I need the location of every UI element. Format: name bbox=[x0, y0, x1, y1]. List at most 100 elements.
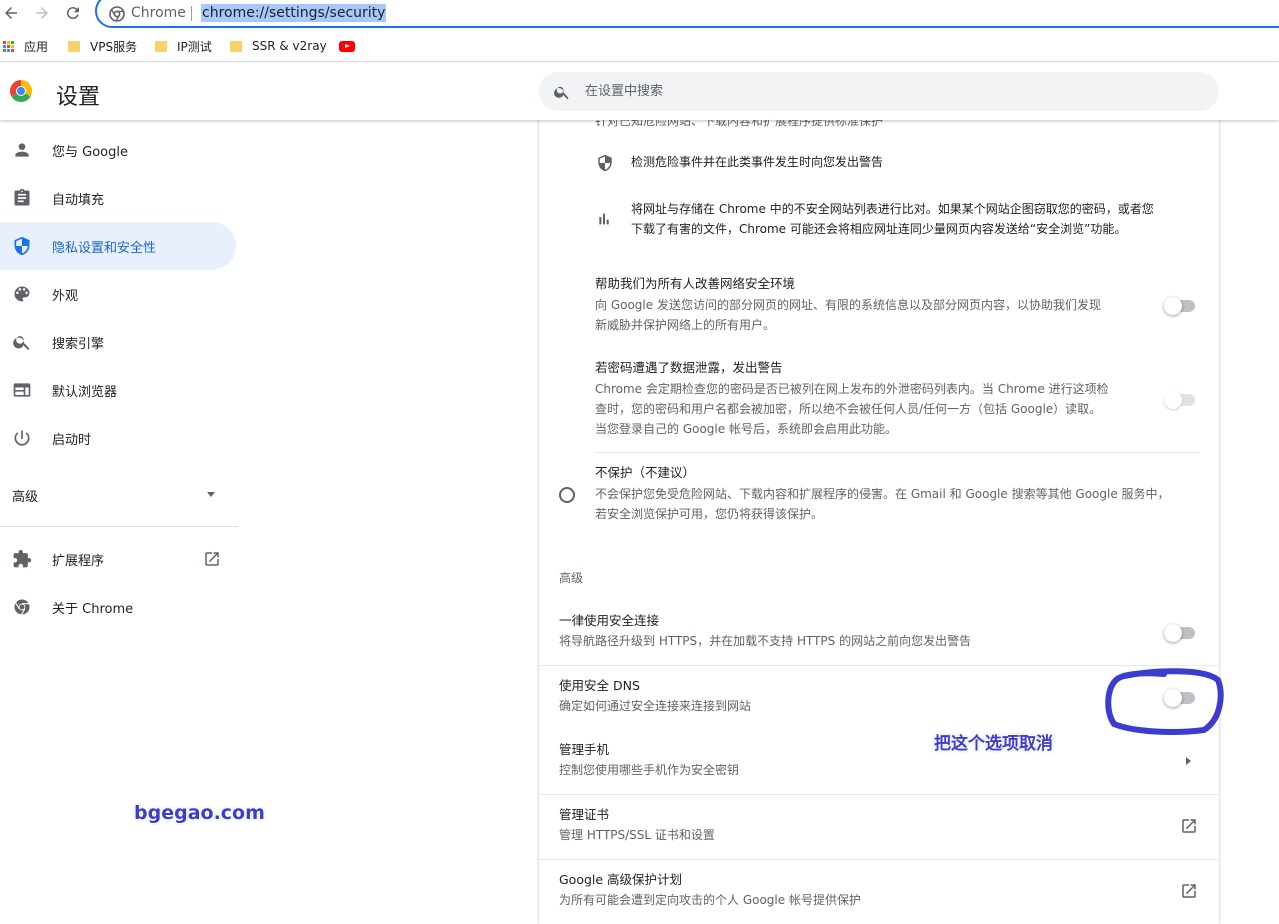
no-protection-title: 不保护（不建议） bbox=[595, 465, 696, 480]
settings-search[interactable] bbox=[539, 72, 1219, 111]
sidebar: 您与 Google 自动填充 隐私设置和安全性 外观 搜索引擎 默认浏览器 启动… bbox=[0, 120, 265, 924]
manage-phones-row[interactable]: 管理手机 控制您使用哪些手机作为安全密钥 bbox=[539, 730, 1219, 794]
watermark: bgegao.com bbox=[134, 802, 265, 824]
always-https-toggle[interactable] bbox=[1164, 623, 1198, 643]
row-divider bbox=[595, 452, 1199, 453]
chrome-logo-icon bbox=[10, 80, 32, 102]
sidebar-advanced[interactable]: 高级 bbox=[12, 486, 38, 505]
sidebar-divider bbox=[0, 526, 238, 527]
reload-icon bbox=[66, 7, 79, 20]
bookmark-label: SSR & v2ray bbox=[252, 39, 327, 53]
folder-icon bbox=[155, 40, 167, 52]
omnibox-separator bbox=[191, 6, 192, 21]
bullet-compare-urls-2: 下载了有害的文件，Chrome 可能还会将相应网址连同少量网页内容发送给“安全浏… bbox=[631, 222, 1127, 236]
manage-certificates-row[interactable]: 管理证书 管理 HTTPS/SSL 证书和设置 bbox=[539, 795, 1219, 859]
forward-button[interactable] bbox=[31, 2, 53, 24]
bullet-compare-urls-1: 将网址与存储在 Chrome 中的不安全网站列表进行比对。如果某个网站企图窃取您… bbox=[631, 202, 1154, 216]
chevron-down-icon[interactable] bbox=[207, 492, 215, 497]
advanced-protection-row[interactable]: Google 高级保护计划 为所有可能会遭到定向攻击的个人 Google 帐号提… bbox=[539, 860, 1219, 924]
sidebar-item-autofill[interactable]: 自动填充 bbox=[0, 174, 236, 222]
open-external-icon bbox=[205, 552, 219, 566]
help-improve-toggle[interactable] bbox=[1164, 296, 1198, 316]
sidebar-item-label: 扩展程序 bbox=[52, 553, 105, 569]
bookmark-youtube[interactable] bbox=[339, 37, 355, 55]
sidebar-item-extensions[interactable]: 扩展程序 bbox=[0, 535, 236, 583]
page-title: 设置 bbox=[56, 85, 101, 110]
bookmark-vps[interactable]: VPS服务 bbox=[68, 37, 137, 55]
sidebar-item-label: 外观 bbox=[52, 288, 79, 304]
url-text[interactable]: chrome://settings/security bbox=[201, 4, 387, 22]
sidebar-item-default-browser[interactable]: 默认浏览器 bbox=[0, 366, 236, 414]
bookmark-ip-test[interactable]: IP测试 bbox=[155, 37, 212, 55]
sidebar-item-about-chrome[interactable]: 关于 Chrome bbox=[0, 583, 236, 631]
help-improve-title: 帮助我们为所有人改善网络安全环境 bbox=[595, 276, 796, 291]
palette-icon bbox=[14, 286, 30, 302]
puzzle-icon bbox=[13, 549, 32, 568]
back-button[interactable] bbox=[0, 2, 22, 24]
address-bar[interactable]: Chrome chrome://settings/security bbox=[95, 0, 1279, 28]
sidebar-item-label: 关于 Chrome bbox=[52, 601, 134, 617]
sidebar-item-label: 搜索引擎 bbox=[52, 336, 105, 352]
password-leak-desc-3: 当您登录自己的 Google 帐号后，系统即会启用此功能。 bbox=[595, 422, 897, 436]
bar-chart-icon bbox=[599, 213, 609, 225]
open-external-icon bbox=[1182, 819, 1196, 833]
search-icon bbox=[554, 86, 569, 100]
sidebar-item-label: 自动填充 bbox=[52, 192, 105, 208]
power-icon bbox=[14, 430, 30, 446]
sidebar-item-label: 隐私设置和安全性 bbox=[52, 240, 157, 256]
sidebar-item-label: 默认浏览器 bbox=[52, 384, 118, 400]
browser-toolbar: Chrome chrome://settings/security bbox=[0, 0, 1279, 28]
annotation-instruction: 把这个选项取消 bbox=[934, 734, 1053, 754]
row-divider bbox=[539, 665, 1219, 666]
bookmark-label: VPS服务 bbox=[90, 39, 138, 54]
bookmark-apps[interactable]: 应用 bbox=[3, 37, 48, 55]
manage-phones-desc: 控制您使用哪些手机作为安全密钥 bbox=[559, 763, 740, 777]
password-leak-toggle[interactable] bbox=[1164, 390, 1198, 410]
sidebar-item-label: 您与 Google bbox=[52, 144, 128, 160]
bookmark-label: IP测试 bbox=[177, 39, 212, 54]
sidebar-item-search-engine[interactable]: 搜索引擎 bbox=[0, 318, 236, 366]
help-improve-desc-2: 新威胁并保护网络上的所有用户。 bbox=[595, 318, 776, 332]
password-leak-desc-2: 查时，您的密码和用户名都会被加密，所以绝不会被任何人员/任何一方（包括 Goog… bbox=[595, 402, 1102, 416]
sidebar-item-on-startup[interactable]: 启动时 bbox=[0, 414, 236, 462]
secure-dns-desc: 确定如何通过安全连接来连接到网站 bbox=[559, 699, 752, 713]
sidebar-item-privacy-security[interactable]: 隐私设置和安全性 bbox=[0, 222, 236, 270]
secure-dns-toggle[interactable] bbox=[1164, 688, 1198, 708]
shield-icon bbox=[14, 236, 30, 256]
secure-dns-title: 使用安全 DNS bbox=[559, 678, 640, 693]
apps-grid-icon bbox=[3, 40, 14, 52]
advanced-protection-desc: 为所有可能会遭到定向攻击的个人 Google 帐号提供保护 bbox=[559, 893, 861, 907]
chrome-icon bbox=[14, 599, 30, 616]
bookmark-ssr[interactable]: SSR & v2ray bbox=[230, 37, 327, 55]
sidebar-item-you-and-google[interactable]: 您与 Google bbox=[0, 126, 236, 174]
manage-certificates-desc: 管理 HTTPS/SSL 证书和设置 bbox=[559, 828, 715, 842]
forward-arrow-icon bbox=[36, 7, 48, 19]
no-protection-radio[interactable] bbox=[559, 487, 575, 503]
open-external-icon bbox=[1182, 884, 1196, 898]
person-icon bbox=[15, 143, 29, 157]
password-leak-desc-1: Chrome 会定期检查您的密码是否已被列在网上发布的外泄密码列表内。当 Chr… bbox=[595, 382, 1109, 396]
back-arrow-icon bbox=[5, 7, 17, 19]
no-protection-desc-1: 不会保护您免受危险网站、下载内容和扩展程序的侵害。在 Gmail 和 Googl… bbox=[595, 487, 1170, 501]
manage-certificates-title: 管理证书 bbox=[559, 807, 610, 822]
settings-header: 设置 bbox=[0, 63, 1279, 120]
reload-button[interactable] bbox=[62, 2, 84, 24]
manage-phones-title: 管理手机 bbox=[559, 742, 610, 757]
always-https-desc: 将导航路径升级到 HTTPS，并在加载不支持 HTTPS 的网站之前向您发出警告 bbox=[559, 634, 972, 648]
security-settings-card: 针对已知危险网站、下载内容和扩展程序提供标准保护 检测危险事件并在此类事件发生时… bbox=[539, 114, 1219, 924]
no-protection-desc-2: 若安全浏览保护可用，您仍将获得该保护。 bbox=[595, 507, 824, 521]
sidebar-item-appearance[interactable]: 外观 bbox=[0, 270, 236, 318]
shield-icon bbox=[598, 154, 612, 172]
bullet-detect-danger: 检测危险事件并在此类事件发生时向您发出警告 bbox=[631, 155, 884, 169]
search-icon bbox=[13, 336, 30, 350]
help-improve-desc-1: 向 Google 发送您访问的部分网页的网址、有限的系统信息以及部分网页内容，以… bbox=[595, 298, 1101, 312]
youtube-icon bbox=[339, 40, 355, 52]
folder-icon bbox=[68, 40, 80, 52]
search-input[interactable] bbox=[585, 81, 1185, 101]
sidebar-item-label: 启动时 bbox=[52, 432, 92, 448]
bookmark-label: 应用 bbox=[24, 39, 49, 54]
password-leak-title: 若密码遭遇了数据泄露，发出警告 bbox=[595, 360, 783, 375]
clipboard-icon bbox=[14, 188, 30, 206]
browser-window-icon bbox=[13, 383, 31, 397]
folder-icon bbox=[230, 40, 242, 52]
